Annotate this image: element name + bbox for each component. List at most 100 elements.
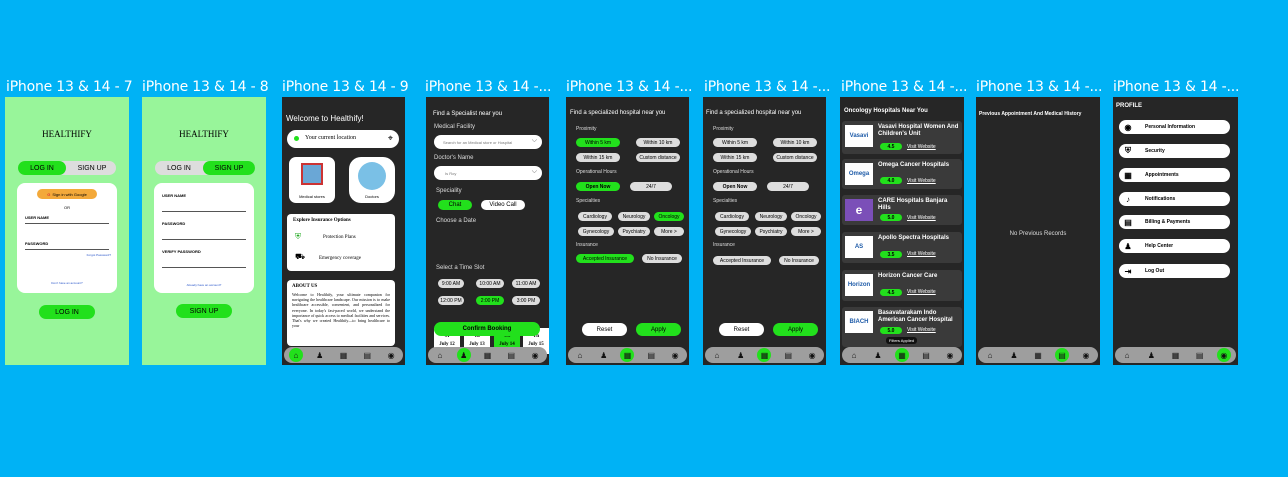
hospital-card[interactable]: Vasavi Vasavi Hospital Women And Childre… [842,121,962,154]
login-button[interactable]: LOG IN [39,305,95,319]
profile-icon[interactable]: ◉ [528,348,542,362]
doctor-nav-icon[interactable]: ♟ [871,348,885,362]
no-insurance-option[interactable]: No Insurance [779,256,819,265]
home-icon[interactable]: ⌂ [288,348,303,362]
records-icon[interactable]: ▤ [504,348,518,362]
doctor-nav-icon[interactable]: ♟ [734,348,748,362]
menu-appointments[interactable]: ▦ Appointments [1119,168,1230,182]
video-call-option[interactable]: Video Call [481,200,525,210]
location-bar[interactable]: Your current location ⌖ [287,130,399,148]
more-specialties-button[interactable]: More > [791,227,821,236]
profile-icon[interactable]: ◉ [1079,348,1093,362]
hospital-icon[interactable]: ▦ [336,348,350,362]
forgot-password-link[interactable]: Forgot Password? [87,253,111,257]
profile-icon[interactable]: ◉ [668,348,682,362]
visit-website-link[interactable]: Visit Website [907,289,936,295]
time-slot-selected[interactable]: 2:00 PM [476,296,504,305]
doctor-nav-icon[interactable]: ♟ [597,348,611,362]
proximity-10km[interactable]: Within 10 km [636,138,680,147]
records-icon[interactable]: ▤ [360,348,374,362]
open-now-option[interactable]: Open Now [713,182,757,191]
visit-website-link[interactable]: Visit Website [907,327,936,333]
gynecology-option[interactable]: Gynecology [578,227,614,236]
protection-plans-link[interactable]: Protection Plans [323,235,356,240]
hospital-card[interactable]: Horizon Horizon Cancer Care 4.5 Visit We… [842,270,962,301]
visit-website-link[interactable]: Visit Website [907,144,936,150]
accepted-insurance-option[interactable]: Accepted Insurance [576,254,634,263]
profile-icon[interactable]: ◉ [943,348,957,362]
login-link[interactable]: Already have an account? [154,283,254,287]
accepted-insurance-option[interactable]: Accepted Insurance [713,256,771,265]
records-icon[interactable]: ▤ [1193,348,1207,362]
time-slot[interactable]: 9:00 AM [438,279,464,288]
psychiatry-option[interactable]: Psychiatry [618,227,650,236]
profile-icon[interactable]: ◉ [384,348,398,362]
facility-input[interactable]: Search for an Medical store or Hospital … [434,135,542,149]
proximity-custom[interactable]: Custom distance [773,153,817,162]
menu-billing[interactable]: ▤ Billing & Payments [1119,215,1230,229]
tab-signup[interactable]: SIGN UP [68,161,116,175]
oncology-option[interactable]: Oncology [791,212,821,221]
psychiatry-option[interactable]: Psychiatry [755,227,787,236]
tab-login[interactable]: LOG IN [18,161,66,175]
records-icon[interactable]: ▤ [1055,348,1069,362]
tab-signup[interactable]: SIGN UP [203,161,255,175]
reset-button[interactable]: Reset [719,323,764,336]
proximity-10km[interactable]: Within 10 km [773,138,817,147]
hospital-card[interactable]: AS Apollo Spectra Hospitals 3.5 Visit We… [842,232,962,263]
oncology-option[interactable]: Oncology [654,212,684,221]
tab-login[interactable]: LOG IN [155,161,203,175]
menu-help-center[interactable]: ♟ Help Center [1119,239,1230,253]
proximity-15km[interactable]: Within 15 km [713,153,757,162]
more-specialties-button[interactable]: More > [654,227,684,236]
username-field[interactable] [162,211,246,212]
hospital-card[interactable]: e CARE Hospitals Banjara Hills 5.0 Visit… [842,195,962,225]
proximity-custom[interactable]: Custom distance [636,153,680,162]
hospital-icon[interactable]: ▦ [1168,348,1182,362]
signup-button[interactable]: SIGN UP [176,304,232,318]
doctor-name-input[interactable]: Is Roy ⌵ [434,166,542,180]
home-icon[interactable]: ⌂ [573,348,587,362]
hospital-icon[interactable]: ▦ [1031,348,1045,362]
cardiology-option[interactable]: Cardiology [578,212,612,221]
cardiology-option[interactable]: Cardiology [715,212,749,221]
home-icon[interactable]: ⌂ [710,348,724,362]
home-icon[interactable]: ⌂ [1120,348,1134,362]
doctor-nav-icon[interactable]: ♟ [1144,348,1158,362]
doctor-nav-icon[interactable]: ♟ [313,348,327,362]
menu-logout[interactable]: ⇥ Log Out [1119,264,1230,278]
no-insurance-option[interactable]: No Insurance [642,254,682,263]
reset-button[interactable]: Reset [582,323,627,336]
google-signin-button[interactable]: G Sign in with Google [37,189,97,199]
doctor-nav-icon[interactable]: ♟ [456,348,471,362]
emergency-coverage-link[interactable]: Emergency coverage [319,256,361,261]
proximity-5km[interactable]: Within 5 km [713,138,757,147]
visit-website-link[interactable]: Visit Website [907,178,936,184]
proximity-15km[interactable]: Within 15 km [576,153,620,162]
neurology-option[interactable]: Neurology [618,212,650,221]
time-slot[interactable]: 3:00 PM [512,296,540,305]
open-247-option[interactable]: 24/7 [630,182,672,191]
time-slot[interactable]: 12:00 PM [438,296,464,305]
visit-website-link[interactable]: Visit Website [907,215,936,221]
apply-button[interactable]: Apply [636,323,681,336]
menu-personal-information[interactable]: ◉ Personal Information [1119,120,1230,134]
records-icon[interactable]: ▤ [919,348,933,362]
records-icon[interactable]: ▤ [781,348,795,362]
gynecology-option[interactable]: Gynecology [715,227,751,236]
apply-button[interactable]: Apply [773,323,818,336]
hospital-icon[interactable]: ▦ [895,348,909,362]
verify-password-field[interactable] [162,267,246,268]
profile-icon[interactable]: ◉ [1216,348,1231,362]
profile-icon[interactable]: ◉ [805,348,819,362]
neurology-option[interactable]: Neurology [755,212,787,221]
hospital-icon[interactable]: ▦ [620,348,635,362]
open-now-option[interactable]: Open Now [576,182,620,191]
username-field[interactable] [25,223,109,224]
proximity-5km[interactable]: Within 5 km [576,138,620,147]
password-field[interactable] [25,249,109,250]
hospital-icon[interactable]: ▦ [480,348,494,362]
password-field[interactable] [162,239,246,240]
doctors-card[interactable]: Doctors [349,157,395,203]
visit-website-link[interactable]: Visit Website [907,251,936,257]
